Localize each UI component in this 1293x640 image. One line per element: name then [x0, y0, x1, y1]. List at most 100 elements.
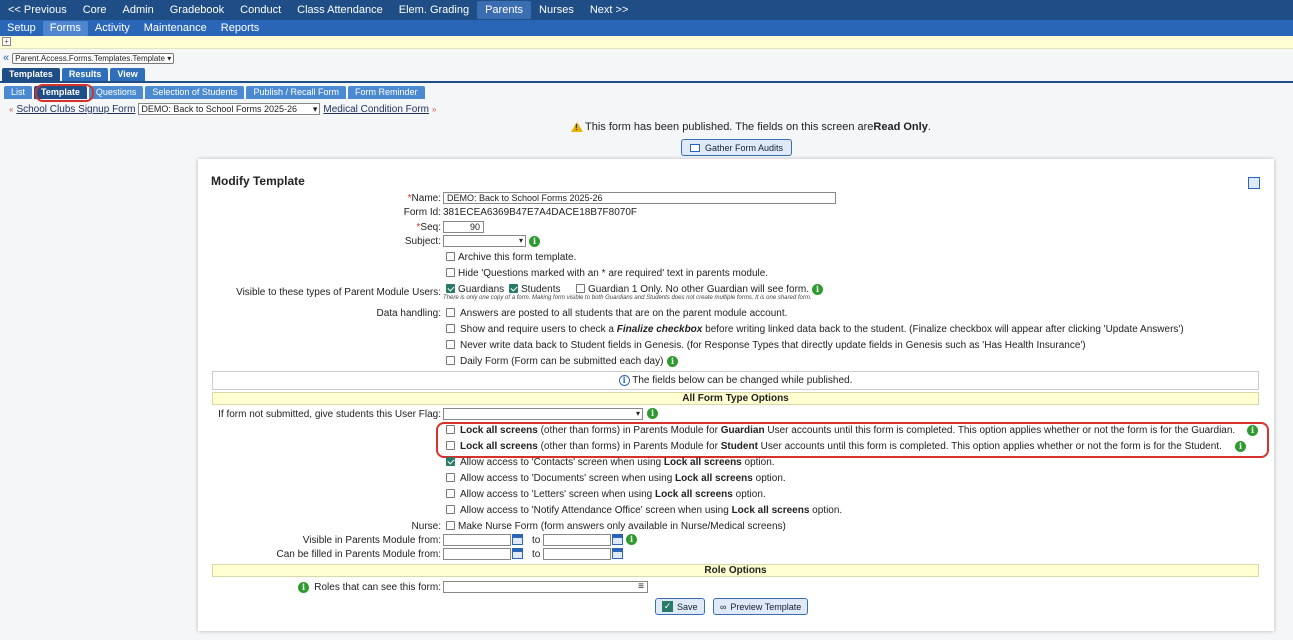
info-icon[interactable]: i — [667, 356, 678, 367]
daily-form-label: Daily Form (Form can be submitted each d… — [460, 356, 664, 367]
calendar-icon[interactable] — [1248, 177, 1260, 189]
menu-icon[interactable]: ≡ — [638, 582, 644, 592]
notice-bold: Read Only — [873, 121, 928, 133]
archive-checkbox[interactable] — [446, 252, 455, 261]
nav-elem-grading[interactable]: Elem. Grading — [391, 1, 477, 19]
prev-arrow-icon[interactable]: « — [9, 105, 13, 114]
calendar-icon[interactable] — [512, 548, 523, 559]
nav-previous[interactable]: << Previous — [0, 1, 75, 19]
allow-letters-label: Allow access to 'Letters' screen when us… — [460, 489, 766, 500]
warning-icon — [571, 122, 583, 132]
nav-admin[interactable]: Admin — [115, 1, 162, 19]
allow-letters-checkbox[interactable] — [446, 489, 455, 498]
info-icon[interactable]: i — [626, 534, 637, 545]
all-form-type-options-header: All Form Type Options — [212, 392, 1259, 405]
tab-questions[interactable]: Questions — [88, 86, 144, 99]
info-icon[interactable]: i — [647, 408, 658, 419]
published-note-text: The fields below can be changed while pu… — [632, 375, 853, 386]
allow-notify-checkbox[interactable] — [446, 505, 455, 514]
fill-to-date[interactable] — [543, 548, 611, 560]
calendar-icon[interactable] — [512, 534, 523, 545]
students-checkbox[interactable] — [509, 284, 518, 293]
user-flag-select[interactable]: ▾ — [443, 408, 643, 420]
chevron-down-icon: ▾ — [635, 409, 640, 418]
tab-list[interactable]: List — [4, 86, 33, 99]
nav-parents[interactable]: Parents — [477, 1, 532, 19]
name-label: *Name: — [408, 193, 441, 204]
guardian1-checkbox[interactable] — [576, 284, 585, 293]
allow-contacts-checkbox[interactable] — [446, 457, 455, 466]
finalize-text-b: Finalize checkbox — [616, 324, 703, 335]
info-icon[interactable]: i — [812, 284, 823, 295]
expand-icon[interactable]: + — [2, 37, 11, 46]
nav-class-attendance[interactable]: Class Attendance — [289, 1, 391, 19]
hide-required-checkbox[interactable] — [446, 268, 455, 277]
subnav-maintenance[interactable]: Maintenance — [137, 21, 214, 36]
fill-to-label: to — [532, 549, 541, 560]
nav-gradebook[interactable]: Gradebook — [162, 1, 232, 19]
visible-from-label: Visible in Parents Module from: — [302, 535, 441, 546]
allow-contacts-c: option. — [741, 457, 775, 468]
name-input[interactable]: DEMO: Back to School Forms 2025-26 — [443, 192, 836, 204]
subject-label: Subject: — [404, 236, 441, 247]
tab-publish-recall[interactable]: Publish / Recall Form — [246, 86, 346, 99]
next-arrow-icon[interactable]: » — [432, 105, 436, 114]
visible-from-date[interactable] — [443, 534, 511, 546]
breadcrumb-select-value: Parent.Access.Forms.Templates.Template — [15, 53, 165, 63]
tab-results[interactable]: Results — [61, 68, 109, 81]
tabs-level1: Templates Results View — [2, 68, 147, 81]
nav-core[interactable]: Core — [75, 1, 115, 19]
nav-nurses[interactable]: Nurses — [531, 1, 582, 19]
allow-letters-a: Allow access to 'Letters' screen when us… — [460, 489, 656, 500]
subnav-forms[interactable]: Forms — [42, 20, 88, 36]
collapse-left-icon[interactable]: « — [3, 52, 9, 64]
nurse-label: Nurse: — [411, 521, 441, 532]
calendar-icon[interactable] — [612, 534, 623, 545]
sub-nav: Setup Forms Activity Maintenance Reports — [0, 20, 1293, 36]
visible-to-date[interactable] — [543, 534, 611, 546]
info-icon[interactable]: i — [298, 582, 309, 593]
next-form-link[interactable]: Medical Condition Form — [323, 104, 429, 115]
info-icon[interactable]: i — [529, 236, 540, 247]
subject-select[interactable]: ▾ — [443, 235, 526, 247]
guardians-checkbox[interactable] — [446, 284, 455, 293]
nurse-form-checkbox[interactable] — [446, 521, 455, 530]
breadcrumb-select[interactable]: Parent.Access.Forms.Templates.Template ▾ — [12, 52, 175, 64]
tab-templates[interactable]: Templates — [2, 68, 60, 81]
nav-next[interactable]: Next >> — [582, 1, 637, 19]
top-nav: << Previous Core Admin Gradebook Conduct… — [0, 0, 1293, 20]
gather-form-audits-button[interactable]: Gather Form Audits — [681, 139, 793, 156]
save-button[interactable]: ✓ Save — [655, 598, 705, 615]
prev-form-link[interactable]: School Clubs Signup Form — [16, 104, 135, 115]
gather-form-audits-label: Gather Form Audits — [705, 142, 784, 153]
preview-template-button[interactable]: ∞ Preview Template — [713, 598, 809, 615]
published-notice: This form has been published. The fields… — [571, 121, 931, 133]
post-all-students-checkbox[interactable] — [446, 308, 455, 317]
form-select[interactable]: DEMO: Back to School Forms 2025-26 ▾ — [138, 103, 321, 115]
data-handling-label: Data handling: — [376, 308, 442, 319]
subnav-reports[interactable]: Reports — [214, 21, 267, 36]
allow-contacts-a: Allow access to 'Contacts' screen when u… — [460, 457, 664, 468]
never-write-checkbox[interactable] — [446, 340, 455, 349]
daily-form-checkbox[interactable] — [446, 356, 455, 365]
lock-options-highlight — [436, 422, 1269, 458]
visible-to-label: to — [532, 535, 541, 546]
seq-input[interactable]: 90 — [443, 221, 484, 233]
chevron-down-icon: ▾ — [518, 236, 523, 245]
subnav-activity[interactable]: Activity — [88, 21, 137, 36]
tab-selection-of-students[interactable]: Selection of Students — [145, 86, 245, 99]
modify-template-panel: Modify Template *Name: DEMO: Back to Sch… — [198, 159, 1274, 631]
tab-view[interactable]: View — [110, 68, 145, 81]
notice-suffix: . — [927, 121, 931, 133]
allow-documents-checkbox[interactable] — [446, 473, 455, 482]
subnav-setup[interactable]: Setup — [0, 21, 43, 36]
allow-letters-b: Lock all screens — [655, 489, 733, 500]
roles-input[interactable]: ≡ — [443, 581, 648, 593]
tab-form-reminder[interactable]: Form Reminder — [347, 86, 425, 99]
audit-icon — [690, 143, 700, 152]
calendar-icon[interactable] — [612, 548, 623, 559]
fill-from-date[interactable] — [443, 548, 511, 560]
nav-conduct[interactable]: Conduct — [232, 1, 289, 19]
chevron-down-icon: ▾ — [167, 53, 172, 63]
finalize-checkbox[interactable] — [446, 324, 455, 333]
